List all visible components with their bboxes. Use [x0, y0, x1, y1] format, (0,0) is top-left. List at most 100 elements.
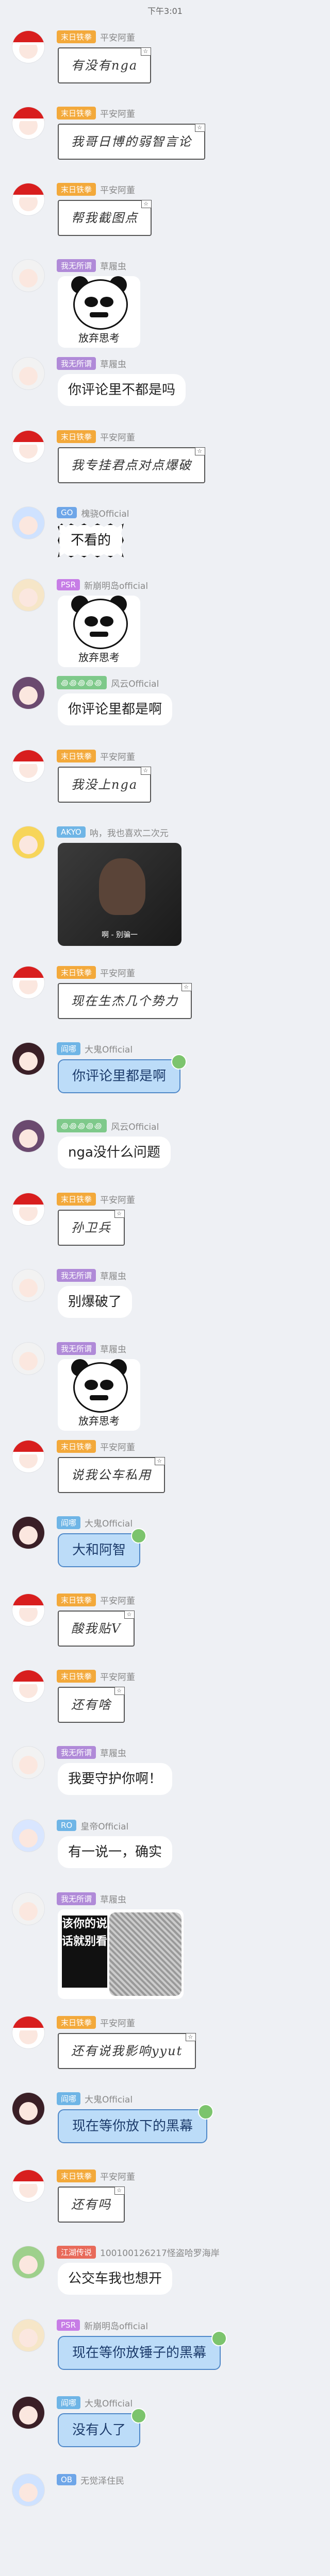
message-bubble[interactable]: 现在生杰几个势力 ☆: [58, 983, 192, 1019]
avatar[interactable]: [12, 431, 44, 463]
message-bubble[interactable]: 还有吗 ☆: [58, 2187, 125, 2223]
sender-name[interactable]: 无觉泽住民: [80, 2473, 124, 2486]
sticker-message[interactable]: 放弃思考: [58, 1359, 140, 1431]
star-icon: ☆: [114, 2187, 125, 2195]
avatar[interactable]: [12, 1440, 44, 1472]
message-bubble[interactable]: 有一说一，确实: [58, 1836, 173, 1868]
sender-name[interactable]: 大鬼Official: [85, 1516, 133, 1529]
sender-name[interactable]: 平安阿董: [100, 750, 135, 762]
message-bubble[interactable]: 别爆破了: [58, 1286, 133, 1318]
avatar[interactable]: [12, 2319, 44, 2351]
avatar[interactable]: [12, 826, 44, 858]
sender-name[interactable]: 平安阿董: [100, 2016, 135, 2029]
message-bubble[interactable]: 说我公车私用 ☆: [58, 1457, 165, 1493]
avatar[interactable]: [12, 1893, 44, 1925]
panda-sticker-icon: [58, 276, 140, 330]
avatar[interactable]: [12, 2093, 44, 2125]
image-message[interactable]: 啊 - 别骗一: [58, 843, 182, 946]
sender-name[interactable]: 平安阿董: [100, 183, 135, 196]
sender-name[interactable]: 平安阿董: [100, 30, 135, 43]
sender-name[interactable]: 平安阿董: [100, 430, 135, 443]
sender-name[interactable]: 草履虫: [100, 1342, 126, 1355]
avatar[interactable]: [12, 358, 44, 389]
sender-name[interactable]: 平安阿董: [100, 1193, 135, 1206]
avatar[interactable]: [12, 1747, 44, 1778]
avatar[interactable]: [12, 2397, 44, 2429]
sender-name[interactable]: 槐骁Official: [81, 506, 129, 519]
avatar[interactable]: [12, 507, 44, 539]
sticker-caption: 放弃思考: [78, 1415, 120, 1427]
message-bubble[interactable]: 我专挂君点对点爆破 ☆: [58, 447, 205, 483]
avatar[interactable]: [12, 2474, 44, 2506]
message-bubble[interactable]: 现在等你放下的黑幕: [58, 2104, 214, 2143]
sender-name[interactable]: 平安阿董: [100, 966, 135, 979]
message-bubble[interactable]: 不看的: [58, 523, 124, 557]
sender-name[interactable]: 大鬼Official: [85, 1042, 133, 1055]
sender-name[interactable]: 平安阿董: [100, 1670, 135, 1683]
message-bubble[interactable]: 孙卫兵 ☆: [58, 1210, 125, 1246]
avatar[interactable]: [12, 1517, 44, 1549]
sender-name[interactable]: 草履虫: [100, 1269, 126, 1282]
avatar[interactable]: [12, 1820, 44, 1852]
sender-name[interactable]: 平安阿董: [100, 2170, 135, 2182]
avatar[interactable]: [12, 183, 44, 215]
message-bubble[interactable]: 你评论里都是啊: [58, 1054, 187, 1093]
sticker-message[interactable]: 放弃思考: [58, 276, 140, 348]
sender-name[interactable]: 草履虫: [100, 357, 126, 370]
sticker-message[interactable]: 放弃思考: [58, 596, 140, 667]
message-bubble[interactable]: 你评论里不都是吗: [58, 374, 186, 406]
avatar[interactable]: [12, 967, 44, 998]
avatar[interactable]: [12, 2170, 44, 2202]
message-meta: 末日铁拳 平安阿董: [57, 106, 135, 120]
sender-name[interactable]: 100100126217怪盗哈罗海岸: [100, 2246, 220, 2259]
sender-name[interactable]: 草履虫: [100, 1746, 126, 1759]
sender-name[interactable]: 平安阿董: [100, 107, 135, 120]
message-bubble[interactable]: 现在等你放锤子的黑幕: [58, 2331, 227, 2370]
sender-name[interactable]: 草履虫: [100, 259, 126, 272]
avatar[interactable]: [12, 677, 44, 709]
message-bubble[interactable]: 我要守护你啊！: [58, 1763, 173, 1795]
message-bubble[interactable]: 我哥日博的弱智言论 ☆: [58, 124, 205, 160]
message-meta: 末日铁拳 平安阿董: [57, 30, 135, 43]
avatar[interactable]: [12, 2016, 44, 2048]
avatar[interactable]: [12, 1043, 44, 1075]
sender-name[interactable]: 大鬼Official: [85, 2092, 133, 2105]
rank-badge: ꩜꩜꩜꩜꩜: [57, 676, 107, 689]
message-bubble[interactable]: 还有说我影响yyut ☆: [58, 2033, 196, 2069]
avatar[interactable]: [12, 1269, 44, 1301]
message-bubble[interactable]: 酸我贴V ☆: [58, 1611, 135, 1647]
message-bubble[interactable]: 有没有nga ☆: [58, 47, 152, 83]
message-bubble[interactable]: 公交车我也想开: [58, 2263, 173, 2295]
avatar[interactable]: [12, 2246, 44, 2278]
sender-name[interactable]: 呐，我也喜欢二次元: [90, 826, 169, 839]
sender-name[interactable]: 平安阿董: [100, 1594, 135, 1606]
avatar[interactable]: [12, 750, 44, 782]
rank-badge: RO: [57, 1820, 77, 1831]
message-bubble[interactable]: 你评论里都是啊: [58, 693, 173, 725]
avatar[interactable]: [12, 260, 44, 292]
avatar[interactable]: [12, 31, 44, 63]
avatar[interactable]: [12, 1343, 44, 1375]
message-bubble[interactable]: 我没上nga ☆: [58, 767, 152, 803]
message-bubble[interactable]: 没有人了: [58, 2408, 147, 2447]
avatar[interactable]: [12, 1594, 44, 1626]
avatar[interactable]: [12, 1193, 44, 1225]
message-bubble[interactable]: 还有啥 ☆: [58, 1687, 125, 1723]
message-bubble[interactable]: 帮我截图点 ☆: [58, 200, 152, 236]
sender-name[interactable]: 新崩明岛official: [84, 2319, 148, 2332]
message-meta: 末日铁拳 平安阿董: [57, 2169, 135, 2182]
sender-name[interactable]: 风云Official: [111, 676, 159, 689]
message-bubble[interactable]: 大和阿智: [58, 1528, 147, 1567]
sender-name[interactable]: 风云Official: [111, 1120, 159, 1132]
sender-name[interactable]: 皇帝Official: [80, 1819, 128, 1832]
sender-name[interactable]: 大鬼Official: [85, 2396, 133, 2409]
message-bubble[interactable]: nga没什么问题: [58, 1137, 171, 1168]
sender-name[interactable]: 平安阿董: [100, 1440, 135, 1453]
sender-name[interactable]: 草履虫: [100, 1892, 126, 1905]
avatar[interactable]: [12, 1670, 44, 1702]
sender-name[interactable]: 新崩明岛official: [84, 579, 148, 591]
image-message[interactable]: 该你的说话就别看: [58, 1909, 184, 1999]
avatar[interactable]: [12, 579, 44, 611]
avatar[interactable]: [12, 1120, 44, 1152]
avatar[interactable]: [12, 107, 44, 139]
